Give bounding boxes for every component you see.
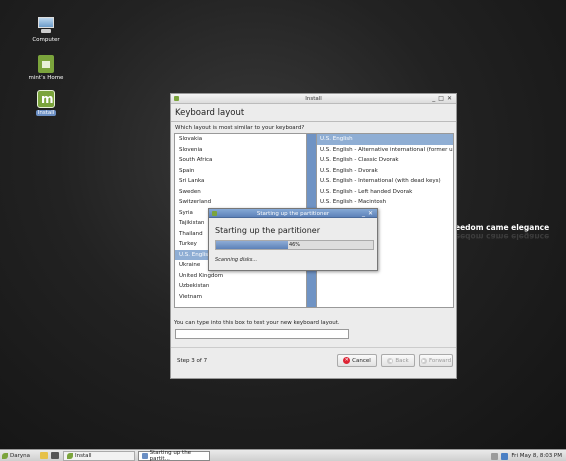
progress-status: Scanning disks... (215, 257, 258, 263)
taskbar-item-label: Install (75, 453, 92, 459)
install-desktop-icon[interactable]: m Install (21, 90, 71, 116)
minimize-icon[interactable]: _ (362, 210, 365, 217)
volume-icon[interactable] (501, 452, 509, 460)
computer-icon (36, 17, 56, 35)
layout-list-item[interactable]: Vietnam (175, 292, 317, 303)
layout-list-item[interactable]: Sri Lanka (175, 176, 317, 187)
mint-menu-icon (2, 453, 8, 459)
step-indicator: Step 3 of 7 (177, 358, 208, 364)
page-title: Keyboard layout (175, 108, 245, 118)
variant-list-item[interactable]: U.S. English - Left handed Dvorak (317, 187, 453, 198)
home-desktop-icon[interactable]: mint's Home (21, 55, 71, 81)
mint-install-icon: m (37, 90, 55, 108)
variant-list-item[interactable]: U.S. English - Dvorak (317, 166, 453, 177)
window-icon (142, 453, 148, 459)
test-box-label: You can type into this box to test your … (174, 320, 340, 326)
maximize-icon[interactable]: □ (438, 95, 444, 102)
forward-arrow-icon: ▶ (420, 357, 427, 364)
divider (171, 121, 456, 122)
minimize-icon[interactable]: _ (432, 95, 435, 102)
network-icon[interactable] (491, 452, 499, 460)
close-icon[interactable]: ✕ (368, 210, 373, 217)
layout-question: Which layout is most similar to your key… (175, 125, 305, 131)
variant-list-item[interactable]: U.S. English - Alternative international… (317, 145, 453, 156)
mint-install-icon (67, 453, 73, 459)
menu-button[interactable]: Daryna (2, 451, 30, 461)
dialog-heading: Starting up the partitioner (215, 226, 320, 235)
variant-list-item[interactable]: U.S. English - International (with dead … (317, 176, 453, 187)
forward-button[interactable]: ▶ Forward (419, 354, 453, 367)
dialog-title: Starting up the partitioner (256, 210, 330, 217)
layout-list-item[interactable]: Sweden (175, 187, 317, 198)
layout-list-item[interactable]: Uzbekistan (175, 281, 317, 292)
taskbar-item-install[interactable]: Install (63, 451, 135, 461)
layout-list-item[interactable]: United Kingdom (175, 271, 317, 282)
forward-label: Forward (428, 357, 452, 364)
window-title: Install (305, 96, 322, 102)
partitioner-progress-dialog: Starting up the partitioner _ ✕ Starting … (208, 208, 378, 271)
back-arrow-icon: ◀ (387, 357, 394, 364)
computer-desktop-icon[interactable]: Computer (21, 17, 71, 43)
home-folder-icon (38, 55, 54, 73)
clock[interactable]: Fri May 8, 8:03 PM (511, 453, 562, 459)
layout-list-item[interactable]: Slovenia (175, 145, 317, 156)
taskbar-item-partitioner[interactable]: Starting up the partit... (138, 450, 210, 461)
folder-launcher-icon[interactable] (40, 452, 48, 459)
cancel-button[interactable]: ✕ Cancel (337, 354, 377, 367)
cancel-icon: ✕ (343, 357, 351, 364)
variant-list-item[interactable]: U.S. English - Classic Dvorak (317, 155, 453, 166)
layout-list-item[interactable]: Spain (175, 166, 317, 177)
home-label: mint's Home (28, 75, 64, 81)
variant-list-item[interactable]: U.S. English (317, 134, 453, 145)
layout-list-item[interactable]: South Africa (175, 155, 317, 166)
cancel-label: Cancel (352, 357, 371, 364)
desktop: Computer mint's Home m Install eedom cam… (0, 0, 566, 449)
keyboard-test-input[interactable] (175, 329, 349, 339)
progress-percent: 46% (288, 242, 301, 248)
layout-list-item[interactable]: Switzerland (175, 197, 317, 208)
system-tray: Fri May 8, 8:03 PM (491, 451, 562, 461)
taskbar-item-label: Starting up the partit... (149, 450, 192, 461)
back-label: Back (395, 357, 409, 364)
taskbar: Daryna Install Starting up the partit...… (0, 449, 566, 461)
variant-list-item[interactable]: U.S. English - Macintosh (317, 197, 453, 208)
wallpaper-slogan-reflection: eedom came elegance (455, 232, 550, 241)
progress-bar: 46% (215, 240, 374, 250)
dialog-titlebar[interactable]: Starting up the partitioner _ ✕ (209, 209, 377, 218)
install-label: Install (35, 110, 57, 116)
back-button[interactable]: ◀ Back (381, 354, 415, 367)
computer-label: Computer (32, 37, 60, 43)
close-icon[interactable]: ✕ (447, 95, 452, 102)
install-titlebar[interactable]: Install _ □ ✕ (171, 94, 456, 104)
divider (171, 347, 456, 348)
terminal-launcher-icon[interactable] (51, 452, 59, 459)
user-label: Daryna (10, 453, 30, 459)
wallpaper-slogan: eedom came elegance (455, 223, 550, 232)
layout-list-item[interactable]: Slovakia (175, 134, 317, 145)
